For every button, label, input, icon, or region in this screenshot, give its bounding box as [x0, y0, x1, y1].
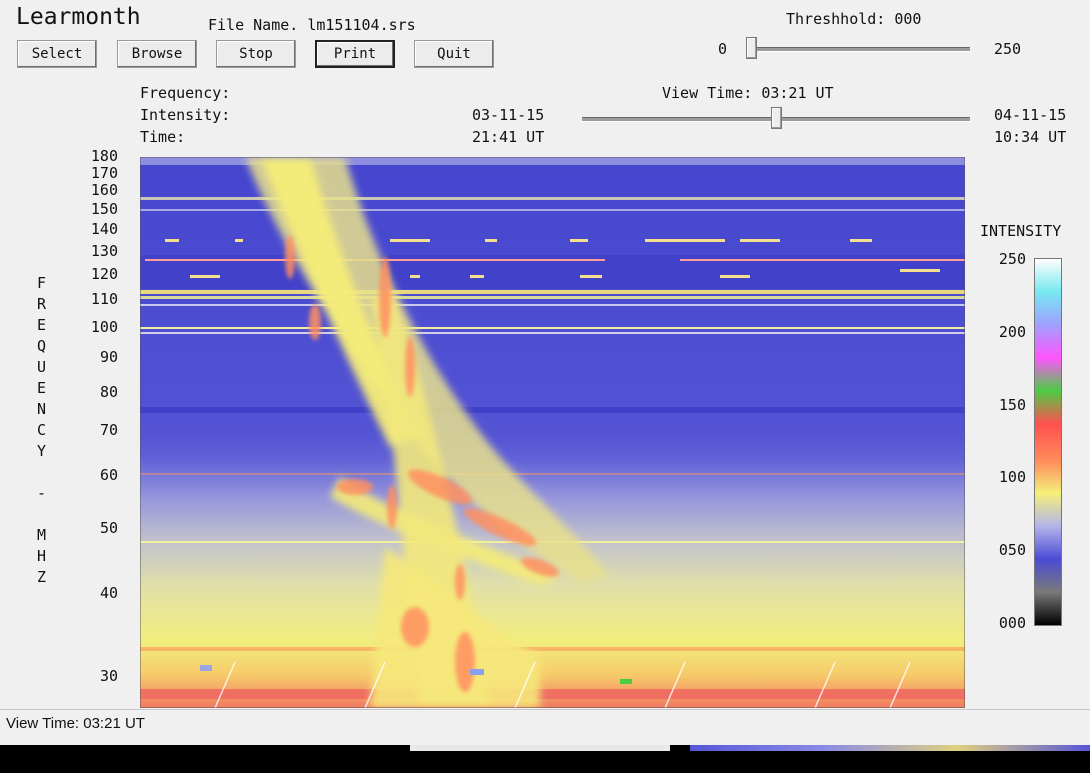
frequency-tick-label: 150 — [90, 199, 118, 218]
frequency-axis-title-char: N — [37, 400, 47, 418]
frequency-tick-label: 70 — [99, 421, 118, 440]
intensity-readout: Intensity: — [140, 106, 231, 124]
frequency-tick-label: 90 — [99, 348, 118, 367]
frequency-axis-title-char: E — [37, 379, 47, 397]
frequency-axis-title-char: - — [37, 484, 47, 502]
frequency-axis-title-char: U — [37, 358, 47, 376]
frequency-axis-title-char: H — [37, 547, 47, 565]
view-time-slider-thumb[interactable] — [771, 107, 782, 129]
frequency-axis-title-char: M — [37, 526, 47, 544]
frequency-tick-label: 160 — [90, 181, 118, 200]
intensity-colorbar-axis: 250 200 150 100 050 000 — [990, 0, 1026, 709]
quit-button[interactable]: Quit — [414, 40, 494, 68]
intensity-tick-label: 200 — [998, 322, 1026, 341]
intensity-tick-label: 150 — [998, 395, 1026, 414]
time-readout: Time: — [140, 128, 186, 146]
frequency-axis-title-char: Y — [37, 442, 47, 460]
print-button[interactable]: Print — [315, 40, 395, 68]
frequency-axis-title-char: Z — [37, 568, 47, 586]
spectrogram-image — [140, 157, 965, 708]
frequency-tick-label: 80 — [99, 382, 118, 401]
frequency-tick-label: 110 — [90, 290, 118, 309]
view-time-label: View Time: 03:21 UT — [662, 84, 834, 102]
view-time-slider[interactable] — [582, 107, 970, 129]
frequency-tick-label: 140 — [90, 219, 118, 238]
frequency-tick-label: 100 — [90, 317, 118, 336]
frequency-axis-title-char: C — [37, 421, 47, 439]
spectrogram[interactable] — [140, 157, 965, 708]
frequency-tick-label: 180 — [90, 147, 118, 165]
frequency-tick-label: 130 — [90, 241, 118, 260]
threshold-label: Threshhold: 000 — [786, 10, 922, 28]
file-name-label: File Name. lm151104.srs — [208, 16, 416, 34]
threshold-slider-thumb[interactable] — [746, 37, 757, 59]
frequency-axis-title-char: E — [37, 316, 47, 334]
frequency-axis: 180 170 160 150 140 130 120 110 100 90 80 70 60 50 40 3… — [70, 0, 118, 709]
taskbar-strip — [0, 745, 1090, 773]
intensity-tick-label: 000 — [998, 614, 1026, 632]
frequency-tick-label: 60 — [99, 466, 118, 485]
stop-button[interactable]: Stop — [216, 40, 296, 68]
threshold-slider-track — [746, 47, 970, 52]
intensity-tick-label: 100 — [998, 468, 1026, 487]
frequency-tick-label: 30 — [99, 667, 118, 686]
start-time-label: 21:41 UT — [472, 128, 545, 146]
frequency-tick-label: 170 — [90, 163, 118, 182]
browse-button[interactable]: Browse — [117, 40, 197, 68]
threshold-min-label: 0 — [718, 40, 728, 58]
taskbar-window-edge — [410, 745, 670, 751]
frequency-axis-title-char: R — [37, 295, 47, 313]
status-bar-text: View Time: 03:21 UT — [6, 715, 145, 732]
frequency-readout: Frequency: — [140, 84, 231, 102]
intensity-tick-label: 050 — [998, 541, 1026, 560]
status-bar: View Time: 03:21 UT — [0, 709, 1090, 739]
frequency-tick-label: 50 — [99, 519, 118, 538]
frequency-tick-label: 120 — [90, 264, 118, 283]
frequency-axis-title-char: F — [37, 274, 47, 292]
threshold-slider[interactable] — [746, 37, 970, 59]
frequency-tick-label: 40 — [99, 583, 118, 602]
intensity-colorbar — [1034, 258, 1062, 626]
intensity-tick-label: 250 — [998, 250, 1026, 268]
frequency-axis-title-char: Q — [37, 337, 47, 355]
taskbar-thumbnail — [690, 745, 1090, 751]
start-date-label: 03-11-15 — [472, 106, 545, 124]
